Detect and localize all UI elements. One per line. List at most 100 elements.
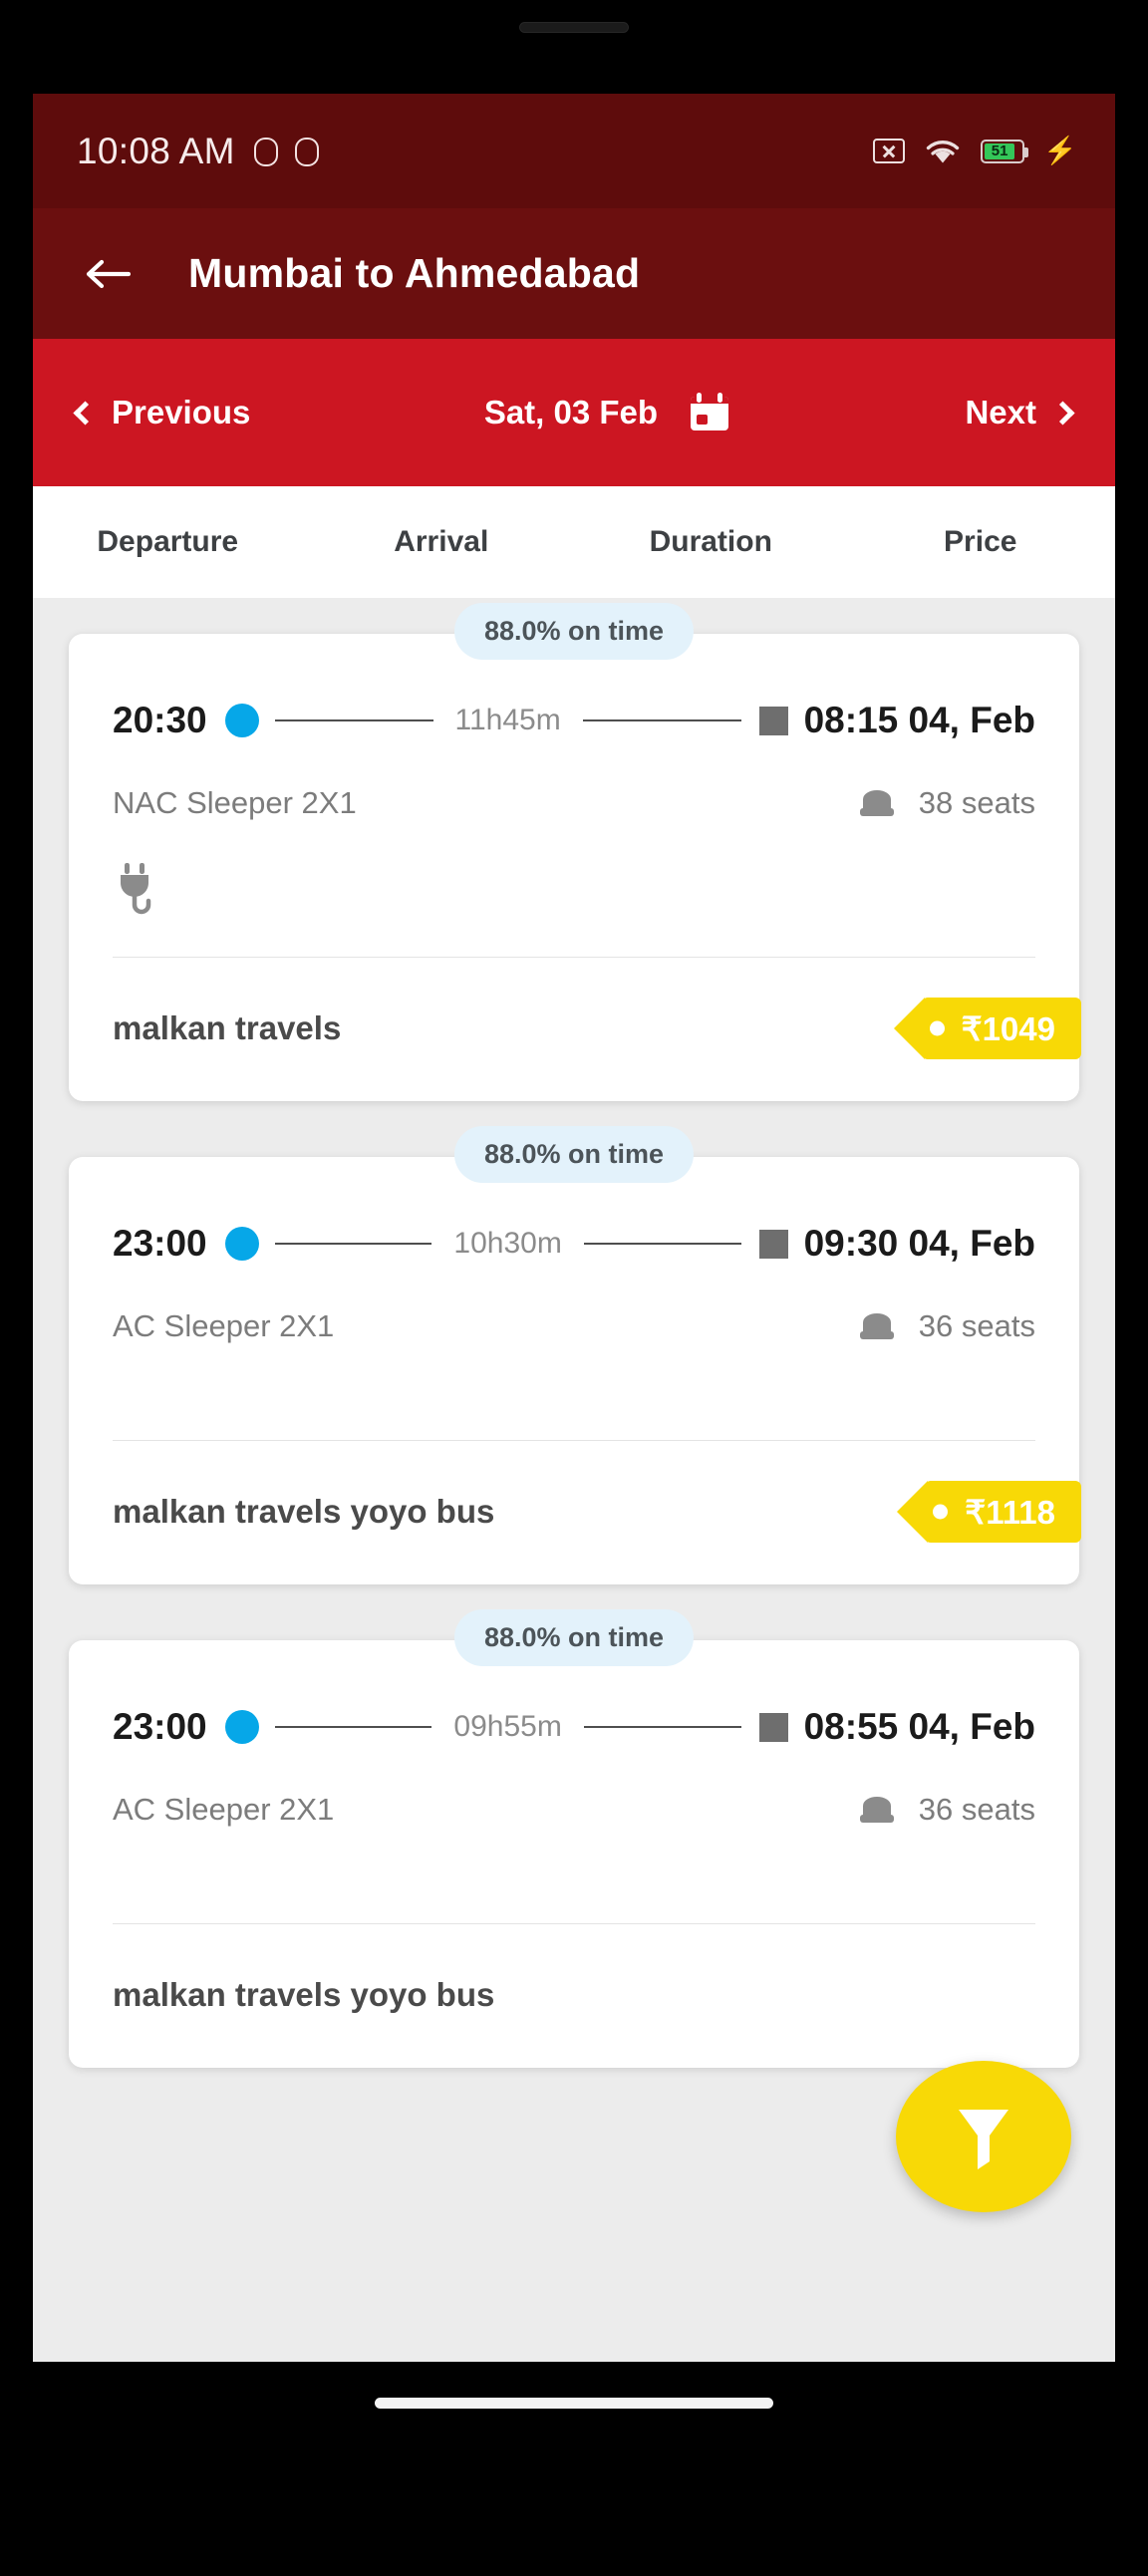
route-line <box>582 719 741 721</box>
seats-available: 36 seats <box>918 1792 1035 1827</box>
on-time-badge: 88.0% on time <box>453 603 695 660</box>
price-value: ₹1118 <box>965 1493 1055 1531</box>
operator-price-row: malkan travels yoyo bus ₹1118 <box>113 1479 1081 1545</box>
price-tag[interactable]: ₹1049 <box>893 998 1081 1059</box>
arrival-time: 08:55 04, Feb <box>803 1706 1035 1747</box>
chevron-left-icon <box>73 400 98 426</box>
bus-type-row: NAC Sleeper 2X1 38 seats <box>113 785 1035 821</box>
charging-bolt-icon: ⚡ <box>1043 136 1077 165</box>
departure-time: 23:00 <box>113 1223 207 1264</box>
seat-icon <box>857 1792 897 1828</box>
operator-name: malkan travels yoyo bus <box>113 1493 495 1530</box>
operator-price-row: malkan travels yoyo bus <box>113 1962 1035 2028</box>
bus-type: AC Sleeper 2X1 <box>113 1792 335 1827</box>
trip-duration: 11h45m <box>454 704 561 736</box>
operator-name: malkan travels yoyo bus <box>113 1976 495 2013</box>
column-header-price[interactable]: Price <box>846 525 1116 559</box>
phone-screen: 10:08 AM 51 ⚡ Mumbai to Ahmedabad Previo… <box>33 94 1115 2443</box>
seats-group: 38 seats <box>857 785 1035 821</box>
bus-card-wrapper: 88.0% on time 23:00 09h55m 08:55 04, Feb… <box>69 1609 1079 2068</box>
page-title: Mumbai to Ahmedabad <box>188 250 641 296</box>
price-tag-hole <box>929 1020 945 1036</box>
trip-duration: 09h55m <box>453 1710 562 1743</box>
status-bar-left: 10:08 AM <box>77 130 319 172</box>
system-navigation-bar <box>33 2362 1115 2443</box>
bus-time-row: 23:00 09h55m 08:55 04, Feb <box>113 1706 1035 1748</box>
card-divider <box>113 957 1035 958</box>
bus-type-row: AC Sleeper 2X1 36 seats <box>113 1792 1035 1828</box>
bus-results-list[interactable]: 88.0% on time 20:30 11h45m 08:15 04, Feb… <box>33 598 1115 2362</box>
arrival-time: 09:30 04, Feb <box>803 1223 1035 1264</box>
price-tag-hole <box>933 1504 949 1520</box>
route-line <box>274 1726 432 1728</box>
trip-duration: 10h30m <box>453 1227 562 1260</box>
back-arrow-icon[interactable] <box>85 257 132 291</box>
chevron-right-icon <box>1050 400 1075 426</box>
previous-label: Previous <box>112 394 251 430</box>
column-headers: Departure Arrival Duration Price <box>33 486 1115 598</box>
departure-dot-icon <box>224 1710 259 1744</box>
android-icon <box>293 138 319 166</box>
bus-card-wrapper: 88.0% on time 20:30 11h45m 08:15 04, Feb… <box>69 603 1081 1101</box>
earpiece-speaker <box>519 22 629 33</box>
wifi-icon <box>924 138 962 165</box>
route-line <box>583 1243 741 1245</box>
card-divider <box>113 1440 1035 1441</box>
bus-card[interactable]: 20:30 11h45m 08:15 04, Feb NAC Sleeper 2… <box>69 634 1081 1101</box>
next-day-button[interactable]: Next <box>965 394 1075 431</box>
arrival-square-icon <box>758 1712 788 1742</box>
filter-funnel-icon <box>953 2102 1014 2171</box>
operator-name: malkan travels <box>113 1009 342 1046</box>
device-bottom-bezel <box>0 2516 1148 2576</box>
departure-dot-icon <box>224 704 259 737</box>
status-bar: 10:08 AM 51 ⚡ <box>33 94 1115 208</box>
bus-type: AC Sleeper 2X1 <box>113 1308 335 1343</box>
card-divider <box>113 1923 1035 1924</box>
date-navigation-bar: Previous Sat, 03 Feb Next <box>33 339 1115 486</box>
bus-time-row: 23:00 10h30m 09:30 04, Feb <box>113 1223 1035 1265</box>
android-icon <box>252 138 278 166</box>
previous-day-button[interactable]: Previous <box>73 394 251 431</box>
filter-fab-button[interactable] <box>896 2061 1071 2212</box>
seats-group: 36 seats <box>857 1308 1035 1344</box>
amenities-row <box>113 861 1035 923</box>
seat-icon <box>857 1308 897 1344</box>
departure-time: 23:00 <box>113 1706 207 1747</box>
app-bar: Mumbai to Ahmedabad <box>33 208 1115 339</box>
status-bar-right: 51 ⚡ <box>873 138 1077 165</box>
route-line <box>274 1243 432 1245</box>
on-time-badge: 88.0% on time <box>453 1126 695 1183</box>
departure-time: 20:30 <box>113 700 207 740</box>
calendar-icon[interactable] <box>688 391 731 434</box>
status-bar-clock: 10:08 AM <box>77 130 235 171</box>
bus-time-row: 20:30 11h45m 08:15 04, Feb <box>113 700 1035 741</box>
charging-plug-icon <box>113 863 164 923</box>
column-header-duration[interactable]: Duration <box>576 525 846 559</box>
seat-icon <box>857 785 897 821</box>
seats-available: 36 seats <box>918 1308 1035 1343</box>
no-sim-icon <box>873 139 906 163</box>
bus-card[interactable]: 23:00 10h30m 09:30 04, Feb AC Sleeper 2X… <box>69 1157 1081 1584</box>
column-header-arrival[interactable]: Arrival <box>307 525 577 559</box>
operator-price-row: malkan travels ₹1049 <box>113 996 1081 1061</box>
column-header-departure[interactable]: Departure <box>33 525 307 559</box>
battery-icon: 51 <box>981 139 1029 163</box>
seats-available: 38 seats <box>918 785 1035 820</box>
bus-type-row: AC Sleeper 2X1 36 seats <box>113 1308 1035 1344</box>
arrival-time: 08:15 04, Feb <box>803 700 1036 740</box>
price-value: ₹1049 <box>961 1009 1055 1047</box>
home-gesture-pill[interactable] <box>375 2397 773 2409</box>
battery-level: 51 <box>985 143 1014 159</box>
seats-group: 36 seats <box>857 1792 1035 1828</box>
phone-device: 10:08 AM 51 ⚡ Mumbai to Ahmedabad Previo… <box>0 0 1148 2576</box>
price-tag[interactable]: ₹1118 <box>897 1481 1081 1543</box>
bus-type: NAC Sleeper 2X1 <box>113 785 357 820</box>
arrival-square-icon <box>758 706 788 735</box>
selected-date-group[interactable]: Sat, 03 Feb <box>250 391 965 434</box>
bus-card[interactable]: 23:00 09h55m 08:55 04, Feb AC Sleeper 2X… <box>69 1640 1079 2068</box>
route-line <box>274 719 433 721</box>
next-label: Next <box>965 394 1036 430</box>
departure-dot-icon <box>224 1227 259 1261</box>
route-line <box>583 1726 741 1728</box>
on-time-badge: 88.0% on time <box>453 1609 695 1666</box>
